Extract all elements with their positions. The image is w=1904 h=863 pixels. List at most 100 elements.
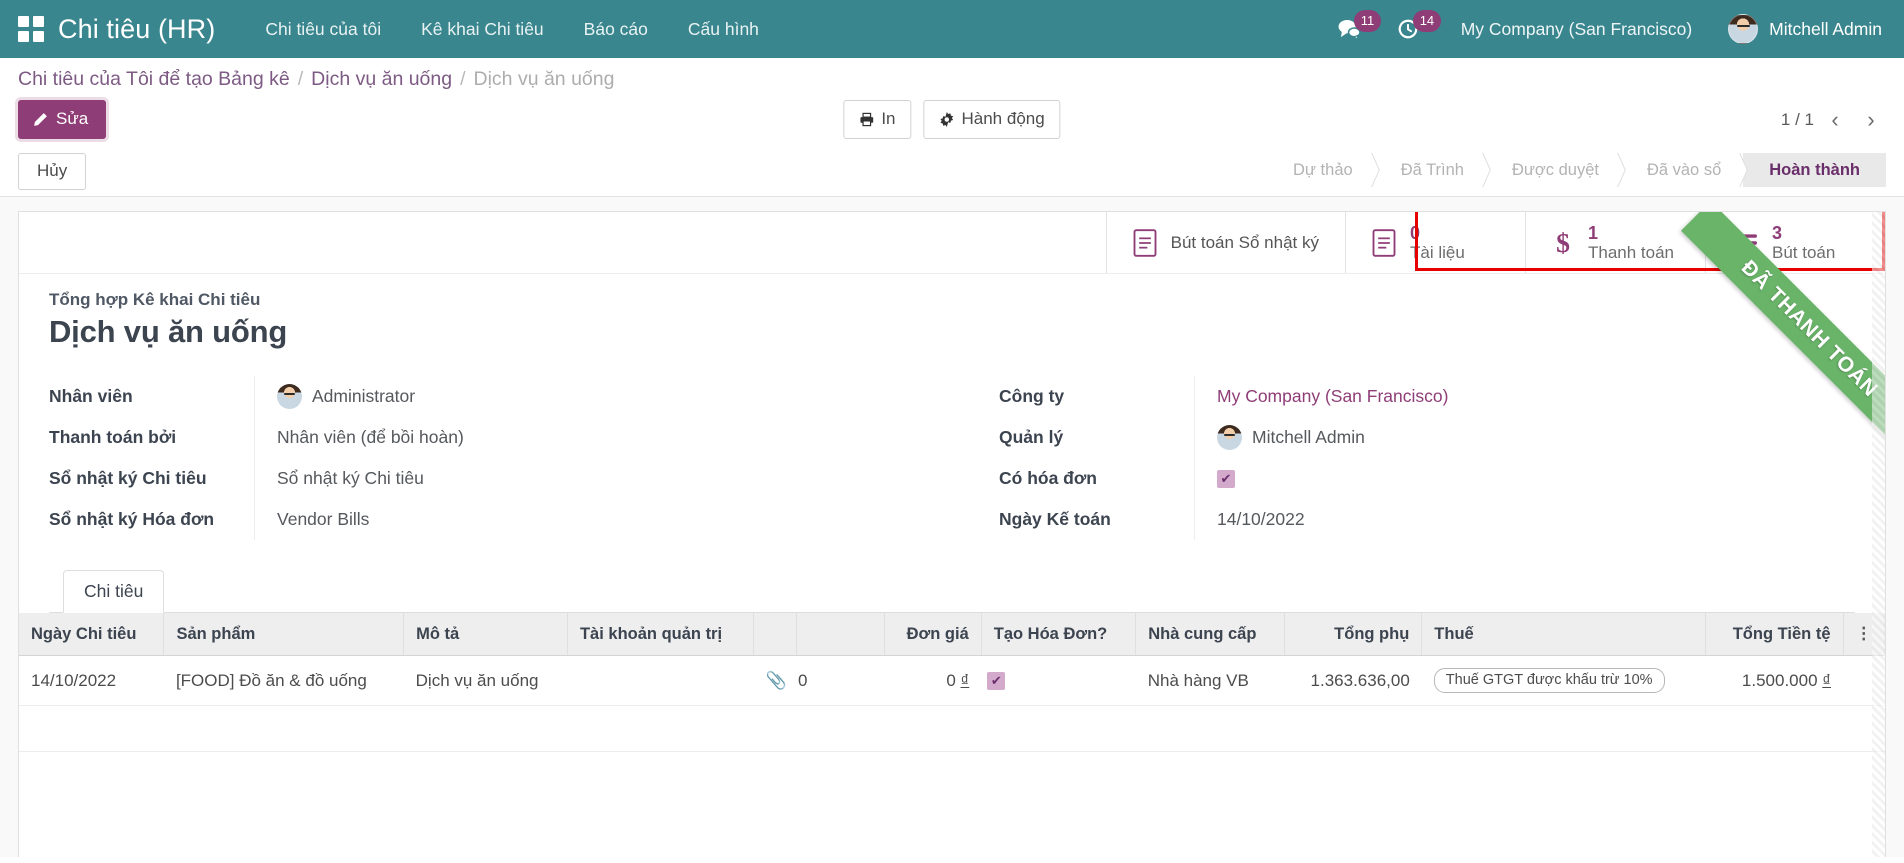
cell-expense-date: 14/10/2022: [19, 656, 164, 706]
col-vendor[interactable]: Nhà cung cấp: [1136, 613, 1285, 656]
field-employee: Nhân viên Administrator: [49, 376, 912, 417]
table-row-empty: [19, 706, 1885, 752]
print-button-label: In: [881, 109, 895, 129]
col-total-currency[interactable]: Tổng Tiền tệ: [1706, 613, 1843, 656]
breadcrumb-separator: /: [290, 68, 311, 91]
smart-button-journal-entry[interactable]: Bút toán Sổ nhật ký: [1106, 212, 1345, 273]
stage-submitted[interactable]: Đã Trình: [1375, 153, 1486, 187]
col-analytic-account[interactable]: Tài khoản quản trị: [567, 613, 753, 656]
edit-button-label: Sửa: [56, 109, 88, 129]
breadcrumb-item-0[interactable]: Chi tiêu của Tôi để tạo Bảng kê: [18, 68, 290, 91]
empty-cell: [19, 706, 1885, 752]
cell-analytic-account: [567, 656, 753, 706]
gear-icon: [940, 112, 955, 127]
col-unit-price[interactable]: Đơn giá: [884, 613, 981, 656]
menu-item-expense-reports[interactable]: Kê khai Chi tiêu: [401, 0, 564, 58]
smart-button-documents[interactable]: 0 Tài liệu: [1345, 212, 1525, 273]
field-company-value[interactable]: My Company (San Francisco): [1194, 376, 1815, 417]
pager-text: 1 / 1: [1781, 110, 1814, 130]
form-sheet-container: Bút toán Sổ nhật ký 0 Tài liệu $: [0, 197, 1904, 857]
tab-expenses[interactable]: Chi tiêu: [63, 570, 164, 613]
smart-button-box: Bút toán Sổ nhật ký 0 Tài liệu $: [19, 212, 1885, 274]
notebook-tabs: Chi tiêu: [49, 570, 1855, 613]
smart-button-documents-value: 0: [1410, 223, 1465, 243]
breadcrumb-item-1[interactable]: Dịch vụ ăn uống: [311, 68, 452, 91]
vertical-scrollbar[interactable]: [1872, 212, 1885, 857]
print-button[interactable]: In: [843, 100, 911, 139]
page-title: Dịch vụ ăn uống: [49, 314, 1855, 350]
smart-button-payments-value: 1: [1588, 223, 1674, 243]
col-product[interactable]: Sản phẩm: [164, 613, 404, 656]
user-menu[interactable]: Mitchell Admin: [1712, 14, 1888, 44]
action-button[interactable]: Hành động: [924, 100, 1061, 139]
menu-item-configuration[interactable]: Cấu hình: [668, 0, 779, 58]
stage-posted[interactable]: Đã vào sổ: [1621, 153, 1743, 187]
navbar-right: 11 14 My Company (San Francisco) Mitchel…: [1324, 0, 1888, 58]
printer-icon: [859, 112, 874, 127]
control-panel-actions: In Hành động: [843, 100, 1060, 139]
col-create-invoice[interactable]: Tạo Hóa Đơn?: [981, 613, 1135, 656]
cell-subtotal: 1.363.636,00: [1284, 656, 1422, 706]
col-tax[interactable]: Thuế: [1422, 613, 1706, 656]
menu-item-my-expenses[interactable]: Chi tiêu của tôi: [245, 0, 401, 58]
vertical-dots-icon[interactable]: ⋮: [1856, 625, 1873, 643]
col-subtotal[interactable]: Tổng phụ: [1284, 613, 1422, 656]
pencil-icon: [33, 112, 48, 127]
control-panel: Sửa In Hành động 1 / 1 ‹ ›: [0, 100, 1904, 153]
field-accounting-date: Ngày Kế toán 14/10/2022: [999, 499, 1815, 540]
action-button-label: Hành động: [962, 109, 1045, 129]
field-manager: Quản lý Mitchell Admin: [999, 417, 1815, 458]
pager-previous-button[interactable]: ‹: [1820, 105, 1850, 135]
smart-button-documents-label: Tài liệu: [1410, 243, 1465, 262]
col-expense-date[interactable]: Ngày Chi tiêu: [19, 613, 164, 656]
edit-button[interactable]: Sửa: [18, 100, 106, 139]
field-bill-journal-value[interactable]: Vendor Bills: [254, 499, 912, 540]
field-company-label: Công ty: [999, 386, 1194, 407]
breadcrumb-item-2: Dịch vụ ăn uống: [474, 68, 615, 91]
avatar: [1728, 14, 1758, 44]
has-invoice-checkbox[interactable]: ✔: [1217, 470, 1235, 488]
field-expense-journal-value[interactable]: Sổ nhật ký Chi tiêu: [254, 458, 912, 499]
form-subtitle: Tổng hợp Kê khai Chi tiêu: [49, 290, 1855, 310]
stage-approved[interactable]: Được duyệt: [1486, 153, 1621, 187]
cancel-button[interactable]: Hủy: [18, 153, 86, 190]
company-switcher[interactable]: My Company (San Francisco): [1441, 0, 1712, 58]
app-brand-title[interactable]: Chi tiêu (HR): [58, 14, 215, 45]
cell-tax: Thuế GTGT được khấu trừ 10%: [1422, 656, 1706, 706]
activities-button[interactable]: 14: [1383, 0, 1441, 58]
create-invoice-checkbox[interactable]: ✔: [987, 672, 1005, 690]
stage-done[interactable]: Hoàn thành: [1743, 153, 1886, 187]
form-sheet: Bút toán Sổ nhật ký 0 Tài liệu $: [18, 211, 1886, 857]
field-employee-text: Administrator: [312, 386, 415, 407]
field-employee-value[interactable]: Administrator: [254, 376, 912, 417]
field-company: Công ty My Company (San Francisco): [999, 376, 1815, 417]
field-bill-journal-label: Sổ nhật ký Hóa đơn: [49, 509, 254, 530]
status-pipeline: Dự thảo Đã Trình Được duyệt Đã vào sổ Ho…: [1267, 153, 1886, 187]
field-expense-journal-label: Sổ nhật ký Chi tiêu: [49, 468, 254, 489]
col-description[interactable]: Mô tả: [404, 613, 568, 656]
messages-button[interactable]: 11: [1324, 0, 1383, 58]
cell-total-currency: 1.500.000 ₫: [1706, 656, 1843, 706]
stage-draft[interactable]: Dự thảo: [1267, 153, 1375, 187]
form-body: ĐÃ THANH TOÁN Tổng hợp Kê khai Chi tiêu …: [19, 274, 1885, 613]
field-accounting-date-value[interactable]: 14/10/2022: [1194, 499, 1815, 540]
expense-lines-table: Ngày Chi tiêu Sản phẩm Mô tả Tài khoản q…: [19, 613, 1885, 752]
cell-attachment-count: 0: [796, 656, 884, 706]
field-paid-by-value[interactable]: Nhân viên (để bồi hoàn): [254, 417, 912, 458]
cell-attachment[interactable]: 📎: [754, 656, 796, 706]
manager-avatar: [1217, 425, 1242, 450]
notebook: Chi tiêu: [49, 570, 1855, 613]
menu-item-reporting[interactable]: Báo cáo: [564, 0, 668, 58]
field-group-left: Nhân viên Administrator Thanh toán bởi N…: [49, 376, 952, 540]
field-manager-value[interactable]: Mitchell Admin: [1194, 417, 1815, 458]
table-row[interactable]: 14/10/2022 [FOOD] Đồ ăn & đồ uống Dịch v…: [19, 656, 1885, 706]
apps-grid-icon[interactable]: [18, 16, 44, 42]
breadcrumb: Chi tiêu của Tôi để tạo Bảng kê / Dịch v…: [0, 58, 1904, 100]
field-manager-text: Mitchell Admin: [1252, 427, 1365, 448]
paperclip-icon: 📎: [766, 671, 787, 690]
smart-button-payments[interactable]: $ 1 Thanh toán: [1525, 212, 1705, 273]
field-accounting-date-label: Ngày Kế toán: [999, 509, 1194, 530]
smart-button-journal-items-label: Bút toán: [1772, 243, 1835, 262]
pager-next-button[interactable]: ›: [1856, 105, 1886, 135]
breadcrumb-separator: /: [452, 68, 473, 91]
